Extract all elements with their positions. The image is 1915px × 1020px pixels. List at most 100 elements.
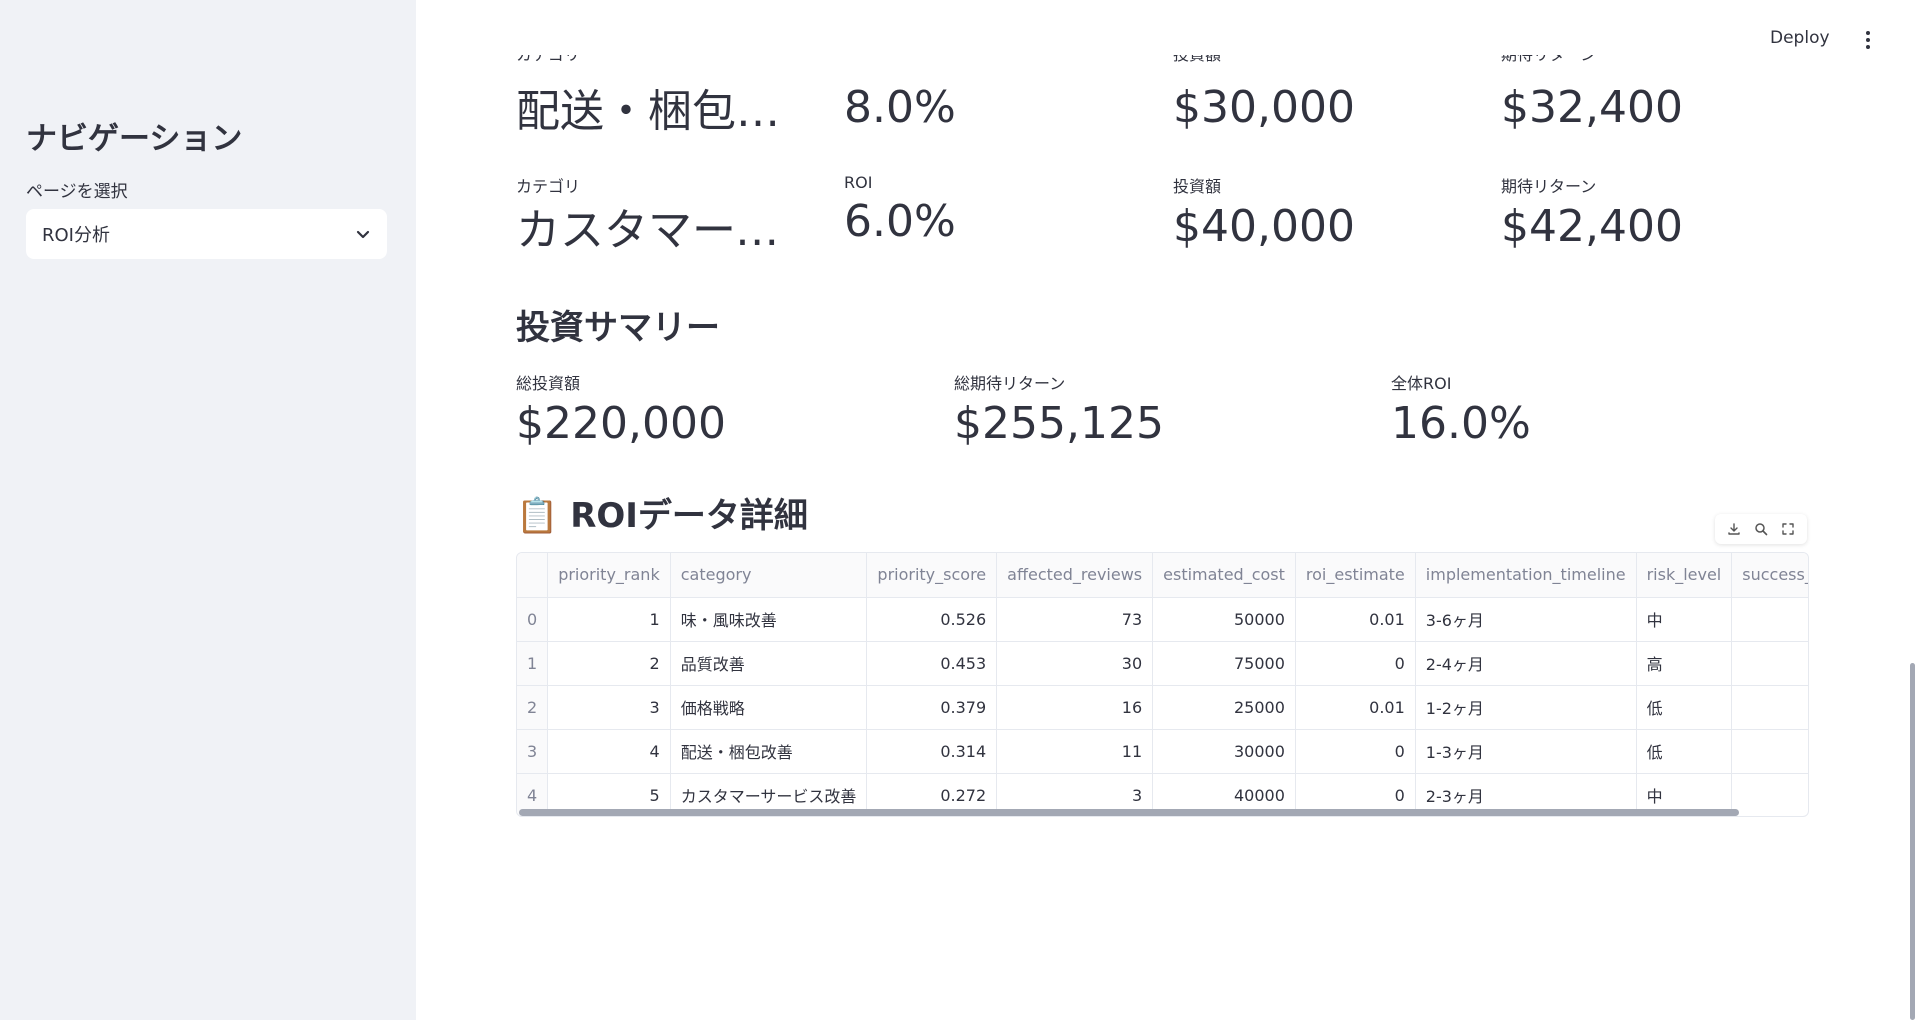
table-cell[interactable]: 0 — [1295, 641, 1416, 686]
column-header[interactable]: success_pr — [1731, 553, 1808, 598]
table-cell[interactable]: 30 — [996, 641, 1154, 686]
clipboard-icon: 📋 — [516, 496, 559, 536]
summary-heading: 投資サマリー — [516, 308, 720, 348]
column-header[interactable]: category — [670, 553, 868, 598]
sidebar: ナビゲーション ページを選択 ROI分析 — [0, 0, 416, 1020]
table-cell[interactable]: 11 — [996, 729, 1154, 774]
table-cell[interactable]: 0.01 — [1295, 597, 1416, 642]
row-index[interactable]: 0 — [517, 597, 549, 642]
table-cell[interactable] — [1731, 729, 1808, 774]
metric-label: 総投資額 — [516, 374, 581, 393]
column-header[interactable]: risk_level — [1636, 553, 1733, 598]
table-cell[interactable]: 3 — [547, 685, 671, 730]
metric-label: 総期待リターン — [954, 374, 1066, 393]
metric-investment-value: $30,000 — [1173, 82, 1355, 133]
table-cell[interactable] — [1731, 597, 1808, 642]
table-cell[interactable]: 1-3ヶ月 — [1415, 729, 1637, 774]
page-select[interactable]: ROI分析 — [26, 209, 387, 259]
metric-expected-return: 期待リターン $42,400 — [1501, 173, 1683, 254]
table-cell[interactable]: 30000 — [1152, 729, 1296, 774]
table-cell[interactable]: 1-2ヶ月 — [1415, 685, 1637, 730]
row-index[interactable]: 3 — [517, 729, 549, 774]
fullscreen-icon[interactable] — [1777, 518, 1799, 540]
search-icon[interactable] — [1750, 518, 1772, 540]
detail-heading: 📋 ROIデータ詳細 — [516, 488, 808, 537]
table-cell[interactable]: 2 — [547, 641, 671, 686]
table-cell[interactable]: 0 — [1295, 729, 1416, 774]
kebab-menu-icon[interactable] — [1858, 28, 1878, 52]
table-row: 0 1 味・風味改善 0.526 73 50000 0.01 3-6ヶ月 中 — [517, 597, 1808, 642]
table-cell[interactable]: 0.314 — [866, 729, 998, 774]
row-index[interactable]: 1 — [517, 641, 549, 686]
metric-overall-roi: 全体ROI 16.0% — [1391, 370, 1531, 451]
metric-value: $220,000 — [516, 398, 726, 449]
table-cell[interactable]: 0.526 — [866, 597, 998, 642]
metric-label: 投資額 — [1173, 177, 1222, 196]
table-cell[interactable] — [1731, 685, 1808, 730]
table-cell[interactable]: 16 — [996, 685, 1154, 730]
chevron-down-icon — [355, 226, 371, 242]
table-cell[interactable]: 3-6ヶ月 — [1415, 597, 1637, 642]
column-header[interactable]: roi_estimate — [1295, 553, 1416, 598]
table-cell[interactable]: 中 — [1636, 597, 1733, 642]
metric-value: $255,125 — [954, 398, 1164, 449]
metric-expected-return-value: $32,400 — [1501, 82, 1683, 133]
roi-data-table[interactable]: priority_rank category priority_score af… — [516, 552, 1809, 817]
table-row: 3 4 配送・梱包改善 0.314 11 30000 0 1-3ヶ月 低 — [517, 729, 1808, 774]
column-header[interactable]: priority_rank — [547, 553, 671, 598]
column-header-index[interactable] — [517, 553, 549, 598]
table-cell[interactable]: 価格戦略 — [670, 685, 868, 730]
metric-label: 全体ROI — [1391, 374, 1452, 393]
metric-label-clipped: 投資額 — [1173, 55, 1221, 69]
table-cell[interactable]: 73 — [996, 597, 1154, 642]
table-cell[interactable]: 1 — [547, 597, 671, 642]
metric-value: 16.0% — [1391, 398, 1531, 449]
column-header[interactable]: implementation_timeline — [1415, 553, 1637, 598]
metric-label-clipped: カテゴリ — [516, 55, 580, 69]
metric-category-value: 配送・梱包改善 — [516, 86, 791, 137]
table-horizontal-scrollbar[interactable] — [519, 809, 1739, 816]
metric-label-clipped: 期待リターン — [1501, 55, 1596, 69]
column-header[interactable]: estimated_cost — [1152, 553, 1296, 598]
table-cell[interactable]: 味・風味改善 — [670, 597, 868, 642]
column-header[interactable]: priority_score — [866, 553, 998, 598]
table-row: 2 3 価格戦略 0.379 16 25000 0.01 1-2ヶ月 低 — [517, 685, 1808, 730]
table-cell[interactable]: 品質改善 — [670, 641, 868, 686]
metric-label: ROI — [844, 173, 873, 192]
table-row: 1 2 品質改善 0.453 30 75000 0 2-4ヶ月 高 — [517, 641, 1808, 686]
table-cell[interactable]: 2-4ヶ月 — [1415, 641, 1637, 686]
metric-total-investment: 総投資額 $220,000 — [516, 370, 726, 451]
metric-value: カスタマーサービス改善 — [516, 205, 791, 256]
table-cell[interactable] — [1731, 641, 1808, 686]
table-cell[interactable] — [1731, 773, 1808, 816]
detail-heading-text: ROIデータ詳細 — [570, 496, 808, 536]
row-index[interactable]: 2 — [517, 685, 549, 730]
table-cell[interactable]: 25000 — [1152, 685, 1296, 730]
table-cell[interactable]: 低 — [1636, 685, 1733, 730]
metric-roi-value: 8.0% — [844, 82, 956, 133]
table-cell[interactable]: 0.379 — [866, 685, 998, 730]
table-cell[interactable]: 0.01 — [1295, 685, 1416, 730]
metric-roi: ROI 6.0% — [844, 173, 956, 249]
table-cell[interactable]: 配送・梱包改善 — [670, 729, 868, 774]
table-cell[interactable]: 高 — [1636, 641, 1733, 686]
metric-label: 期待リターン — [1501, 177, 1597, 196]
metric-value: 6.0% — [844, 196, 956, 247]
metric-category: カテゴリ カスタマーサービス改善 — [516, 173, 791, 258]
page-vertical-scrollbar[interactable] — [1910, 663, 1915, 1020]
metric-investment: 投資額 $40,000 — [1173, 173, 1355, 254]
table-cell[interactable]: 低 — [1636, 729, 1733, 774]
deploy-button[interactable]: Deploy — [1770, 28, 1830, 48]
metric-value: $40,000 — [1173, 201, 1355, 252]
metric-value: $42,400 — [1501, 201, 1683, 252]
page-select-label: ページを選択 — [26, 182, 128, 202]
table-cell[interactable]: 0.453 — [866, 641, 998, 686]
table-header-row: priority_rank category priority_score af… — [517, 553, 1808, 598]
table-cell[interactable]: 50000 — [1152, 597, 1296, 642]
table-cell[interactable]: 4 — [547, 729, 671, 774]
table-toolbar — [1715, 514, 1807, 544]
page-select-value: ROI分析 — [42, 225, 110, 246]
column-header[interactable]: affected_reviews — [996, 553, 1154, 598]
table-cell[interactable]: 75000 — [1152, 641, 1296, 686]
download-icon[interactable] — [1723, 518, 1745, 540]
